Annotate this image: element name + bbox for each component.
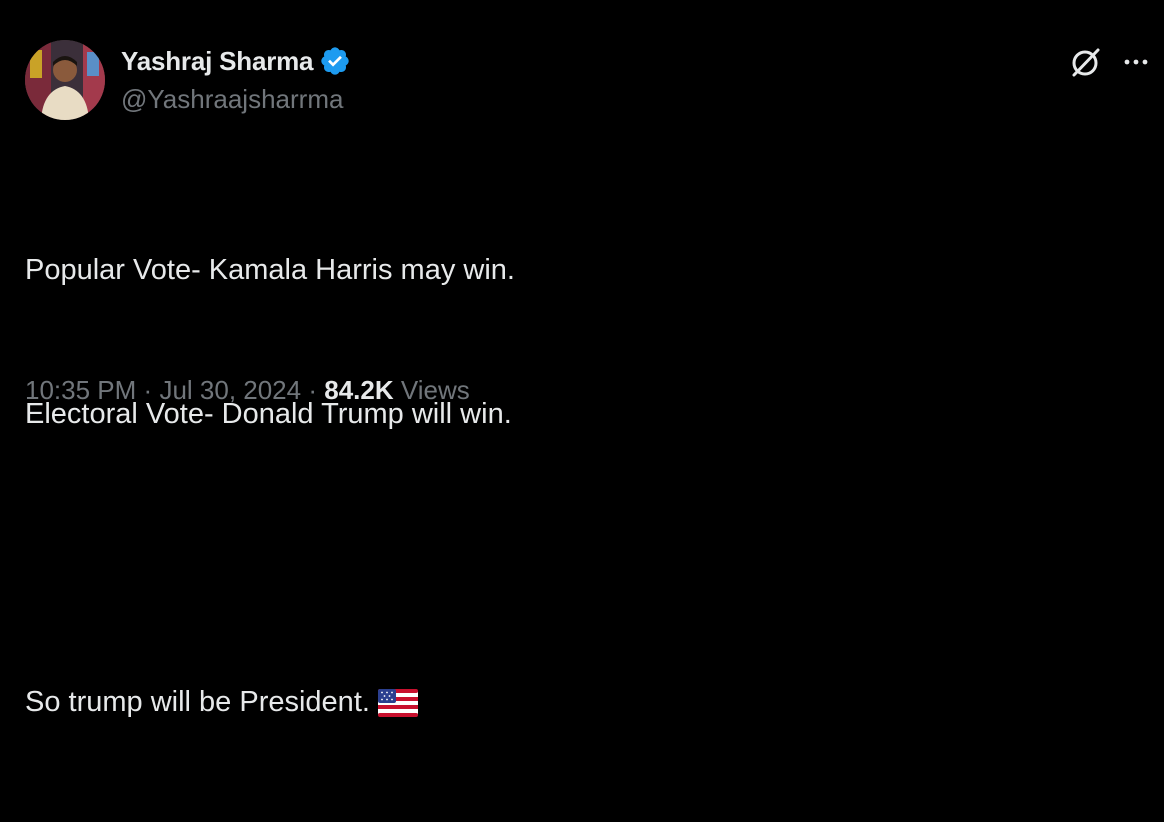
meta-separator: · (308, 375, 318, 405)
more-options-button[interactable] (1118, 44, 1154, 80)
author-handle[interactable]: @Yashraajsharrma (121, 84, 343, 115)
more-horizontal-icon (1124, 59, 1148, 65)
tweet-text-line: So trump will be President. (25, 686, 370, 718)
avatar[interactable] (25, 40, 105, 120)
tweet-date[interactable]: Jul 30, 2024 (159, 375, 301, 405)
us-flag-icon (377, 684, 418, 732)
avatar-image (25, 40, 105, 120)
grok-button[interactable] (1068, 44, 1104, 80)
views-count[interactable]: 84.2K (324, 375, 393, 405)
tweet-card: Yashraj Sharma @Yashraajsharrma Popular … (0, 0, 1164, 718)
meta-separator: · (143, 375, 153, 405)
tweet-text-line (25, 534, 1125, 582)
verified-badge-icon (319, 45, 351, 77)
grok-icon (1072, 48, 1100, 77)
author-display-name[interactable]: Yashraj Sharma (121, 46, 314, 77)
author-name-row[interactable]: Yashraj Sharma (121, 44, 351, 78)
tweet-text-line: Popular Vote- Kamala Harris may win. (25, 254, 515, 286)
tweet-text-line-with-emoji: So trump will be President. (25, 678, 1125, 726)
tweet-text: Popular Vote- Kamala Harris may win. Ele… (25, 150, 1125, 822)
tweet-time[interactable]: 10:35 PM (25, 375, 136, 405)
tweet-meta: 10:35 PM · Jul 30, 2024 · 84.2K Views (25, 375, 470, 406)
views-label[interactable]: Views (401, 375, 470, 405)
